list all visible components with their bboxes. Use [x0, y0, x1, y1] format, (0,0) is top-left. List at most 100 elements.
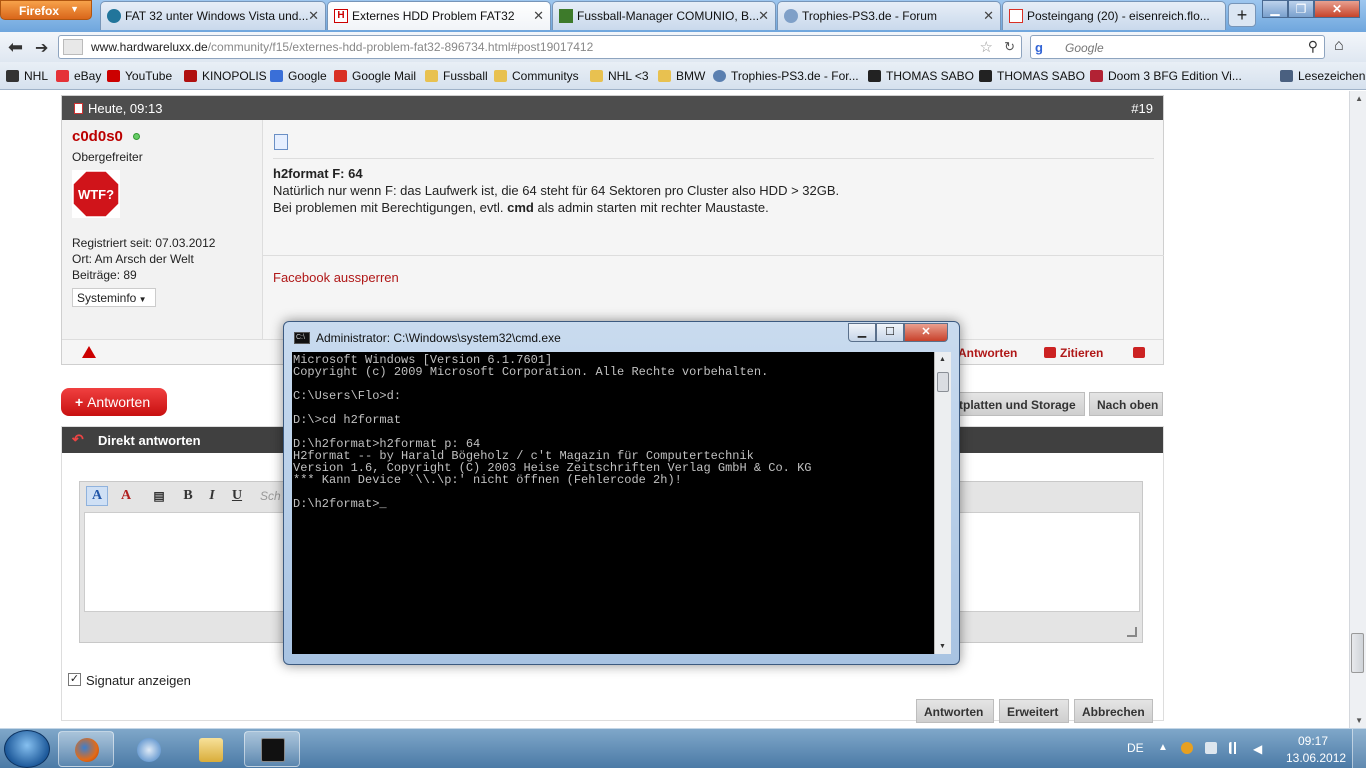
cmd-window[interactable]: C:\ Administrator: C:\Windows\system32\c…: [283, 321, 960, 665]
back-icon[interactable]: ⬅: [8, 37, 23, 58]
divider: [273, 158, 1154, 159]
clock-date[interactable]: 13.06.2012: [1286, 751, 1346, 765]
close-icon[interactable]: ✕: [308, 8, 319, 24]
firefox-menu-button[interactable]: Firefox ▼: [0, 0, 92, 20]
close-icon[interactable]: ✕: [758, 8, 769, 24]
input-language[interactable]: DE: [1127, 741, 1144, 755]
star-icon[interactable]: ☆: [980, 38, 993, 56]
search-icon[interactable]: ⚲: [1308, 38, 1318, 55]
bookmark-youtube[interactable]: YouTube: [107, 69, 172, 83]
signature-checkbox[interactable]: ✓: [68, 673, 81, 686]
chevron-down-icon: ▼: [70, 4, 79, 14]
italic-icon[interactable]: I: [201, 486, 223, 506]
close-icon[interactable]: ✕: [533, 8, 544, 24]
bookmark-label: NHL <3: [608, 69, 649, 83]
remove-format-icon[interactable]: A: [115, 486, 137, 506]
clock-time[interactable]: 09:17: [1298, 734, 1328, 748]
bookmarks-menu-label: Lesezeichen: [1298, 69, 1366, 83]
tab-fat32-vista[interactable]: FAT 32 unter Windows Vista und... ✕: [100, 1, 326, 30]
bookmark-google[interactable]: Google: [270, 69, 327, 83]
bookmark-thomas-sabo-2[interactable]: THOMAS SABO: [979, 69, 1085, 83]
console-line: D:\h2format>_: [293, 497, 387, 511]
bookmark-label: YouTube: [125, 69, 173, 83]
taskbar-explorer[interactable]: [182, 731, 238, 767]
underline-icon[interactable]: U: [226, 486, 248, 506]
network-icon[interactable]: [1229, 742, 1241, 754]
bookmark-label: eBay: [74, 69, 102, 83]
console-scrollbar-thumb[interactable]: [937, 372, 949, 392]
minimize-button[interactable]: ▁: [1262, 0, 1288, 18]
scrollbar-thumb[interactable]: [1351, 633, 1364, 673]
start-button[interactable]: [4, 730, 50, 768]
maximize-button[interactable]: ❐: [1288, 0, 1314, 18]
reply-with-quote-button[interactable]: Antworten: [958, 346, 1017, 360]
forum-link-button[interactable]: tplatten und Storage: [955, 392, 1085, 416]
console-output[interactable]: Microsoft Windows [Version 6.1.7601] Copy…: [292, 352, 942, 654]
new-tab-button[interactable]: +: [1228, 3, 1256, 27]
search-bar[interactable]: g Google ⚲: [1030, 35, 1325, 59]
scroll-down-icon[interactable]: ▼: [1355, 716, 1363, 725]
comunio-icon: [559, 9, 573, 23]
bookmark-google-mail[interactable]: Google Mail: [334, 69, 416, 83]
quote-button[interactable]: Zitieren: [1044, 346, 1103, 360]
url-bar[interactable]: www.hardwareluxx.de/community/f15/extern…: [58, 35, 1022, 59]
page-scrollbar[interactable]: ▲ ▼: [1349, 91, 1366, 728]
font-select[interactable]: Sch: [260, 489, 281, 503]
volume-icon[interactable]: ◀: [1253, 742, 1265, 756]
tab-posteingang[interactable]: Posteingang (20) - eisenreich.flo...: [1002, 1, 1226, 30]
forum-link-label: tplatten und Storage: [959, 398, 1076, 412]
submit-reply-button[interactable]: Antworten: [916, 699, 994, 723]
bookmark-folder-communitys[interactable]: Communitys: [494, 69, 579, 83]
bookmarks-menu[interactable]: Lesezeichen: [1280, 69, 1365, 83]
reply-button[interactable]: + Antworten: [61, 388, 167, 416]
bold-icon[interactable]: B: [177, 486, 199, 506]
home-icon[interactable]: ⌂: [1334, 37, 1344, 55]
taskbar-itunes[interactable]: [120, 731, 176, 767]
cmd-maximize-button[interactable]: ☐: [876, 323, 904, 342]
multi-quote-button[interactable]: [1133, 346, 1149, 360]
paste-icon[interactable]: ▤: [148, 486, 170, 506]
taskbar-cmd[interactable]: [244, 731, 300, 767]
bookmark-doom3[interactable]: Doom 3 BFG Edition Vi...: [1090, 69, 1242, 83]
bookmark-folder-fussball[interactable]: Fussball: [425, 69, 488, 83]
bookmark-folder-nhl[interactable]: NHL <3: [590, 69, 649, 83]
avatar[interactable]: WTF?: [72, 170, 120, 218]
back-to-top-button[interactable]: Nach oben: [1089, 392, 1163, 416]
username-link[interactable]: c0d0s0: [72, 128, 123, 145]
show-desktop-button[interactable]: [1352, 729, 1366, 768]
cmd-minimize-button[interactable]: ▁: [848, 323, 876, 342]
cmd-close-button[interactable]: ✕: [904, 323, 948, 342]
bookmark-ebay[interactable]: eBay: [56, 69, 101, 83]
bookmark-folder-bmw[interactable]: BMW: [658, 69, 705, 83]
advanced-button[interactable]: Erweitert: [999, 699, 1069, 723]
tab-trophies[interactable]: Trophies-PS3.de - Forum ✕: [777, 1, 1001, 30]
systeminfo-dropdown[interactable]: Systeminfo ▼: [72, 288, 156, 307]
gmail-icon: [1009, 9, 1023, 23]
action-center-icon[interactable]: [1205, 742, 1217, 754]
tab-comunio[interactable]: Fussball-Manager COMUNIO, B... ✕: [552, 1, 776, 30]
taskbar-firefox[interactable]: [58, 731, 114, 767]
bookmark-trophies[interactable]: Trophies-PS3.de - For...: [713, 69, 859, 83]
wysiwyg-mode-icon[interactable]: A: [86, 486, 108, 506]
show-hidden-icons-icon[interactable]: ▲: [1158, 742, 1170, 754]
signature-link[interactable]: Facebook aussperren: [273, 270, 399, 285]
resize-grip-icon[interactable]: [1127, 627, 1137, 637]
reload-icon[interactable]: ↻: [1004, 39, 1015, 55]
tray-app-icon[interactable]: [1181, 742, 1193, 754]
tab-externes-hdd[interactable]: H Externes HDD Problem FAT32 ✕: [327, 1, 551, 30]
url-path: /community/f15/externes-hdd-problem-fat3…: [207, 40, 594, 54]
cancel-button[interactable]: Abbrechen: [1074, 699, 1153, 723]
bookmark-thomas-sabo-1[interactable]: THOMAS SABO: [868, 69, 974, 83]
scroll-down-icon[interactable]: ▼: [939, 643, 946, 650]
bookmark-label: Doom 3 BFG Edition Vi...: [1108, 69, 1242, 83]
close-icon[interactable]: ✕: [983, 8, 994, 24]
scroll-up-icon[interactable]: ▲: [1355, 94, 1363, 103]
close-window-button[interactable]: ✕: [1314, 0, 1360, 18]
forward-icon[interactable]: ➔: [35, 38, 48, 58]
post-number-link[interactable]: #19: [1131, 101, 1153, 116]
console-scrollbar[interactable]: ▲ ▼: [934, 352, 951, 654]
bookmark-nhl[interactable]: NHL: [6, 69, 48, 83]
report-warning-icon[interactable]: [82, 346, 96, 358]
scroll-up-icon[interactable]: ▲: [939, 356, 946, 363]
bookmark-kinopolis[interactable]: KINOPOLIS: [184, 69, 267, 83]
